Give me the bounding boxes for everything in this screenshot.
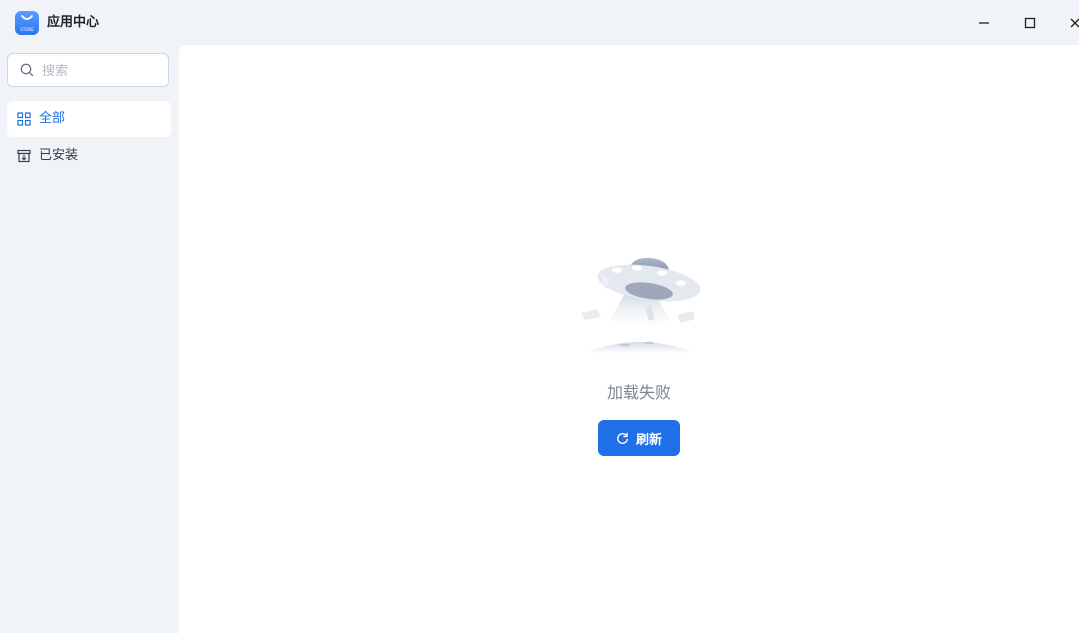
ufo-illustration [581, 257, 701, 353]
close-icon [1070, 18, 1079, 28]
maximize-button[interactable] [1015, 8, 1045, 38]
sidebar: 全部 已安装 [0, 45, 179, 633]
refresh-label: 刷新 [635, 432, 662, 448]
store-bag-icon: STORE [15, 11, 39, 35]
error-message: 加载失败 [606, 383, 671, 402]
app-title: 应用中心 [47, 15, 100, 30]
grid-icon [17, 112, 31, 126]
svg-text:STORE: STORE [20, 27, 34, 32]
maximize-icon [1024, 17, 1036, 29]
search-icon [20, 63, 34, 77]
app-window: STORE 应用中心 搜索 全部 已安装 加载失败 刷新 [0, 0, 1079, 633]
minimize-icon [979, 22, 989, 24]
sidebar-item-label: 已安装 [39, 148, 79, 163]
refresh-button[interactable]: 刷新 [598, 420, 680, 456]
search-box[interactable] [7, 53, 169, 87]
title-bar: STORE 应用中心 [0, 0, 1079, 45]
search-input[interactable] [40, 60, 164, 82]
refresh-icon [616, 432, 629, 445]
minimize-button[interactable] [969, 8, 999, 38]
installed-box-icon [17, 149, 31, 163]
sidebar-item-all[interactable]: 全部 [7, 101, 171, 137]
close-button[interactable] [1060, 8, 1079, 38]
main-content: 加载失败 刷新 [179, 45, 1079, 633]
sidebar-item-label: 全部 [39, 111, 66, 126]
sidebar-item-installed[interactable]: 已安装 [7, 138, 171, 174]
